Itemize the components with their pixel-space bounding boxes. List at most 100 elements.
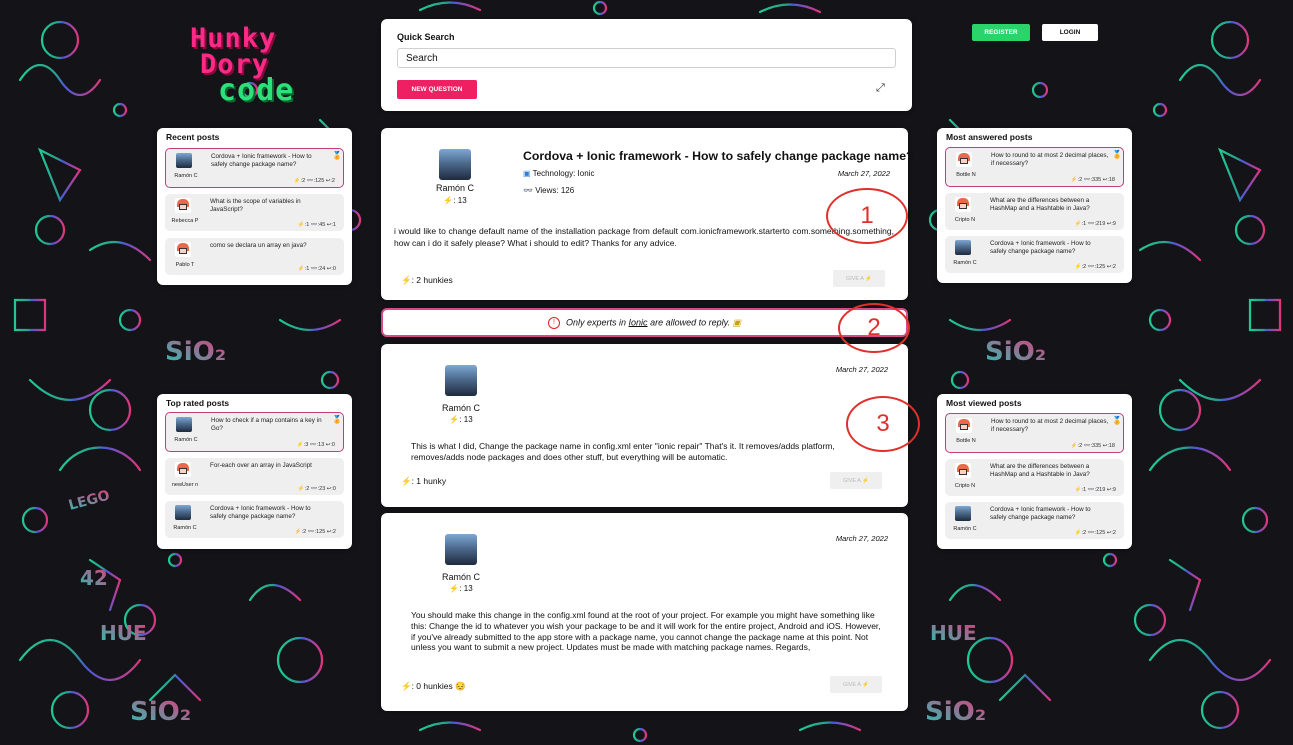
post-author: Pablo T xyxy=(175,262,195,268)
post-stats: ⚡:2 👓:125 ↩:2 xyxy=(293,178,335,184)
question-title: Cordova + Ionic framework - How to safel… xyxy=(523,149,914,163)
technology-icon: ▣ xyxy=(732,317,741,328)
post-author: Rebecca P xyxy=(171,218,199,224)
avatar xyxy=(955,240,971,255)
avatar xyxy=(175,242,191,257)
post-stats: ⚡:1 👓:219 ↩:9 xyxy=(1074,487,1116,493)
notice-text: ! Only experts in Ionic are allowed to re… xyxy=(383,317,906,329)
post-title: How to check if a map contains a key in … xyxy=(211,417,322,432)
list-item[interactable]: Ramón C Cordova + Ionic framework - How … xyxy=(945,236,1124,273)
list-item[interactable]: Ramón C Cordova + Ionic framework - How … xyxy=(165,148,344,188)
list-item[interactable]: Rebecca P What is the scope of variables… xyxy=(165,194,344,231)
list-item[interactable]: Bottle N How to round to at most 2 decim… xyxy=(945,147,1124,187)
avatar xyxy=(176,153,192,168)
list-item[interactable]: Cripto N What are the differences betwee… xyxy=(945,193,1124,230)
author-reputation: ⚡: 13 xyxy=(443,196,467,205)
medal-icon: 🏅 xyxy=(1112,416,1122,425)
post-stats: ⚡:3 👓:13 ↩:0 xyxy=(296,442,335,448)
post-author: Cripto N xyxy=(954,483,976,489)
give-hunky-button[interactable]: GIVE A ⚡ xyxy=(833,270,885,287)
medal-icon: 🏅 xyxy=(332,151,342,160)
notice-tech-link[interactable]: Ionic xyxy=(629,317,648,327)
answer-date: March 27, 2022 xyxy=(835,534,888,543)
post-title: How to round to at most 2 decimal places… xyxy=(991,418,1109,433)
notice-suffix: are allowed to reply. xyxy=(647,317,730,328)
top-rated-posts-title: Top rated posts xyxy=(166,398,230,408)
svg-text:SiO₂: SiO₂ xyxy=(130,697,191,727)
list-item[interactable]: Ramón C How to check if a map contains a… xyxy=(165,412,344,452)
answer-body: You should make this change in the confi… xyxy=(411,610,881,653)
svg-text:HUE: HUE xyxy=(100,621,147,645)
glasses-icon: 👓 xyxy=(523,186,533,195)
avatar xyxy=(956,152,972,167)
answer-author[interactable]: Ramón C xyxy=(431,572,491,582)
most-viewed-posts-panel: Most viewed posts Bottle N How to round … xyxy=(937,394,1132,549)
answer-card: March 27, 2022 Ramón C ⚡: 13 You should … xyxy=(381,513,908,711)
medal-icon: 🏅 xyxy=(332,415,342,424)
svg-text:42: 42 xyxy=(80,566,108,590)
list-item[interactable]: Ramón C Cordova + Ionic framework - How … xyxy=(945,502,1124,539)
post-author: Cripto N xyxy=(954,217,976,223)
post-stats: ⚡:2 👓:125 ↩:2 xyxy=(1074,264,1116,270)
post-title: Cordova + Ionic framework - How to safel… xyxy=(990,506,1091,521)
avatar xyxy=(955,197,971,212)
most-answered-posts-panel: Most answered posts Bottle N How to roun… xyxy=(937,128,1132,283)
most-answered-posts-title: Most answered posts xyxy=(946,132,1033,142)
avatar xyxy=(176,417,192,432)
give-hunky-button[interactable]: GIVE A ⚡ xyxy=(830,676,882,693)
top-rated-posts-panel: Top rated posts Ramón C How to check if … xyxy=(157,394,352,549)
author-avatar[interactable] xyxy=(445,534,477,565)
expand-icon[interactable]: ⤢ xyxy=(876,82,885,95)
list-item[interactable]: newUser n For-each over an array in Java… xyxy=(165,458,344,495)
post-stats: ⚡:2 👓:125 ↩:2 xyxy=(294,529,336,535)
post-stats: ⚡:1 👓:24 ↩:0 xyxy=(297,266,336,272)
question-technology: ▣ Technology: Ionic xyxy=(523,169,594,178)
question-author[interactable]: Ramón C xyxy=(425,183,485,193)
new-question-button[interactable]: NEW QUESTION xyxy=(397,80,477,99)
list-item[interactable]: Ramón C Cordova + Ionic framework - How … xyxy=(165,501,344,538)
author-avatar[interactable] xyxy=(439,149,471,180)
technology-icon: ▣ xyxy=(523,169,531,178)
post-stats: ⚡:2 👓:125 ↩:2 xyxy=(1074,530,1116,536)
site-logo[interactable]: Hunky Dory code xyxy=(190,25,294,106)
answer-body: This is what I did, Change the package n… xyxy=(411,441,835,462)
annotation-marker-3: 3 xyxy=(846,396,920,452)
answer-card: March 27, 2022 Ramón C ⚡: 13 This is wha… xyxy=(381,344,908,507)
author-reputation: ⚡: 13 xyxy=(449,415,473,424)
list-item[interactable]: Bottle N How to round to at most 2 decim… xyxy=(945,413,1124,453)
list-item[interactable]: Cripto N What are the differences betwee… xyxy=(945,459,1124,496)
question-views: 👓 Views: 126 xyxy=(523,186,574,195)
login-button[interactable]: LOGIN xyxy=(1042,24,1098,41)
avatar xyxy=(955,506,971,521)
quick-search-panel: Quick Search NEW QUESTION ⤢ xyxy=(381,19,912,111)
post-stats: ⚡:2 👓:335 ↩:18 xyxy=(1070,177,1115,183)
post-title: How to round to at most 2 decimal places… xyxy=(991,152,1109,167)
post-stats: ⚡:2 👓:335 ↩:18 xyxy=(1070,443,1115,449)
post-author: Bottle N xyxy=(956,438,976,444)
recent-posts-title: Recent posts xyxy=(166,132,220,142)
register-button[interactable]: REGISTER xyxy=(972,24,1030,41)
answer-date: March 27, 2022 xyxy=(835,365,888,374)
post-author: Ramón C xyxy=(174,173,198,179)
search-input[interactable] xyxy=(397,48,896,68)
question-body: i would like to change default name of t… xyxy=(394,226,894,248)
author-reputation: ⚡: 13 xyxy=(449,584,473,593)
hunkies-count: ⚡: 2 hunkies xyxy=(401,275,453,285)
author-avatar[interactable] xyxy=(445,365,477,396)
post-stats: ⚡:2 👓:23 ↩:0 xyxy=(297,486,336,492)
list-item[interactable]: Pablo T como se declara un array en java… xyxy=(165,238,344,275)
post-title: What are the differences between a HashM… xyxy=(990,463,1090,478)
post-title: For-each over an array in JavaScript xyxy=(210,462,312,469)
notice-prefix: Only experts in xyxy=(566,317,629,328)
post-stats: ⚡:1 👓:45 ↩:1 xyxy=(297,222,336,228)
answer-author[interactable]: Ramón C xyxy=(431,403,491,413)
views-label: Views: 126 xyxy=(535,186,575,195)
svg-text:SiO₂: SiO₂ xyxy=(925,697,986,727)
give-hunky-button[interactable]: GIVE A ⚡ xyxy=(830,472,882,489)
post-title: What are the differences between a HashM… xyxy=(990,197,1090,212)
post-author: Bottle N xyxy=(956,172,976,178)
technology-label: Technology: Ionic xyxy=(532,169,595,178)
quick-search-title: Quick Search xyxy=(397,32,455,42)
warning-icon: ! xyxy=(548,317,561,329)
expert-only-notice: ! Only experts in Ionic are allowed to re… xyxy=(381,308,908,337)
